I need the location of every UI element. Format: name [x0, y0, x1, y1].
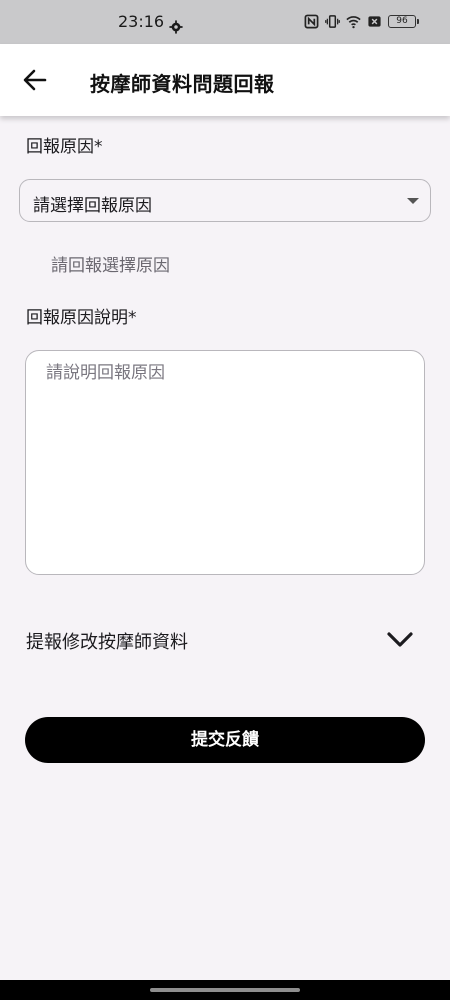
nfc-icon: [304, 14, 319, 29]
page-title: 按摩師資料問題回報: [90, 72, 275, 96]
status-time: 23:16: [118, 12, 165, 31]
reason-select[interactable]: 請選擇回報原因: [19, 179, 431, 222]
home-gesture-handle[interactable]: [150, 988, 300, 992]
vibrate-icon: [325, 15, 340, 28]
caret-down-icon: [407, 198, 419, 204]
status-bar: 23:16 96: [0, 0, 450, 44]
reason-select-value: 請選擇回報原因: [33, 196, 152, 216]
wifi-icon: [346, 16, 361, 29]
submit-feedback-button[interactable]: 提交反饋: [25, 717, 425, 763]
status-icons: 96: [304, 14, 419, 29]
back-arrow-icon[interactable]: [20, 66, 50, 94]
edit-masseur-info-label: 提報修改按摩師資料: [26, 632, 188, 653]
app-bar: 按摩師資料問題回報: [0, 44, 450, 116]
screen: 23:16 96 按摩師資料問題回報 回報原因* 請選擇回報原因 請回報選擇原因…: [0, 0, 450, 1000]
edit-masseur-info-toggle[interactable]: 提報修改按摩師資料: [0, 614, 450, 664]
battery-icon: 96: [388, 15, 419, 28]
description-textarea[interactable]: [26, 351, 424, 574]
reason-helper-text: 請回報選擇原因: [51, 256, 170, 276]
reason-label: 回報原因*: [26, 137, 103, 157]
sim-off-icon: [368, 16, 381, 27]
gear-icon: [169, 20, 183, 34]
system-nav-bar: [0, 980, 450, 1000]
description-label: 回報原因說明*: [26, 308, 137, 328]
description-field-container: [25, 350, 425, 575]
chevron-down-icon: [387, 632, 413, 647]
